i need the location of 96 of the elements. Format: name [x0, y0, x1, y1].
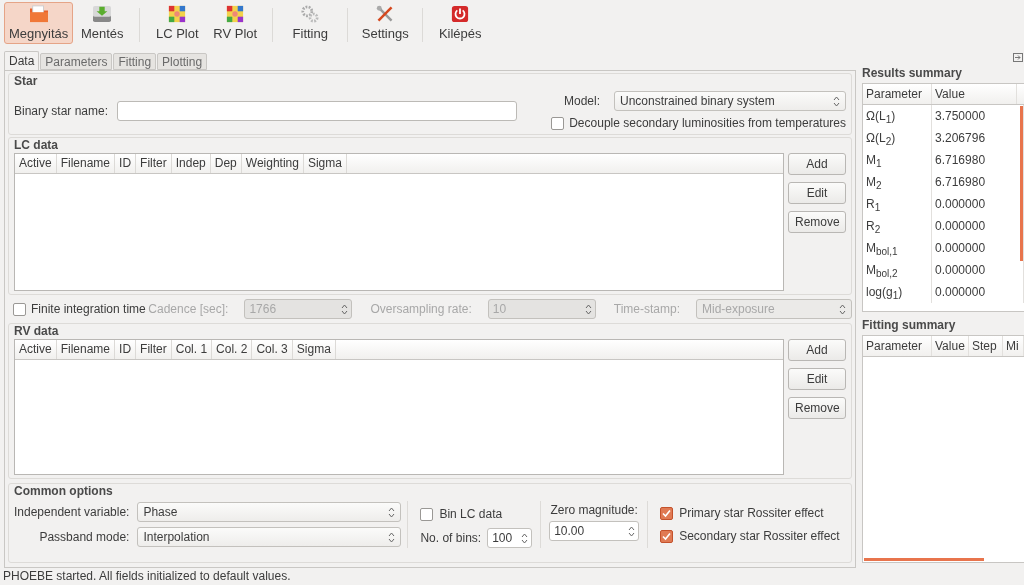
add-button[interactable]: Add [788, 153, 846, 175]
column-header[interactable]: Filename [56, 340, 116, 359]
column-header[interactable]: ID [115, 154, 137, 173]
scrollbar[interactable] [864, 558, 984, 561]
model-dropdown[interactable]: Unconstrained binary system [614, 91, 846, 111]
table-cell: M$_{2}$ [863, 171, 932, 193]
column-header[interactable]: Weighting [241, 154, 304, 173]
edit-button[interactable]: Edit [788, 182, 846, 204]
column-header[interactable]: Dep [210, 154, 242, 173]
remove-button[interactable]: Remove [788, 211, 846, 233]
remove-button[interactable]: Remove [788, 397, 846, 419]
toolbar-button[interactable]: Fitting [281, 2, 340, 44]
section-title: LC data [14, 138, 59, 153]
tab[interactable]: Data [4, 51, 40, 70]
table-cell: R$_{1}$ [863, 193, 932, 215]
table-cell: 0.000000 [932, 281, 1024, 303]
checkbox[interactable] [551, 116, 565, 130]
panel-title: Fitting summary [862, 318, 957, 333]
section-title: Common options [14, 484, 114, 499]
column-header[interactable]: Mi [1003, 336, 1024, 356]
spin-arrows-icon[interactable] [388, 506, 396, 518]
column-header[interactable]: Col. 2 [212, 340, 253, 359]
column-header[interactable]: ID [115, 340, 137, 359]
panel-toggle-icon[interactable] [1013, 53, 1023, 62]
folder-icon [27, 5, 50, 23]
field-label: Model: [563, 94, 600, 108]
section-title: Star [14, 74, 39, 89]
toolbar-button[interactable]: Megnyitás [4, 2, 74, 44]
checkbox[interactable] [660, 529, 674, 543]
column-header[interactable]: Value [932, 336, 969, 356]
table-cell: Ω(L$_{2}$) [863, 127, 932, 149]
power-icon [450, 5, 471, 23]
toolbar-button[interactable]: RV Plot [206, 2, 265, 44]
checkbox-label: Secondary star Rossiter effect [679, 529, 840, 543]
checkbox-label: Finite integration time [31, 302, 146, 316]
field-label: No. of bins: [420, 531, 482, 545]
dropdown[interactable]: Interpolation [137, 527, 402, 547]
drive-download-icon [91, 5, 114, 23]
table-cell: R$_{2}$ [863, 215, 932, 237]
dropdown[interactable]: Phase [137, 502, 402, 522]
field-label: Zero magnitude: [550, 503, 638, 517]
tab[interactable]: Plotting [157, 53, 208, 70]
table-cell: log(g$_{1}$) [863, 281, 932, 303]
toolbar-button[interactable]: LC Plot [148, 2, 207, 44]
table-cell: M$_{bol,2}$ [863, 259, 932, 281]
column-header[interactable]: Active [15, 340, 57, 359]
spin-field[interactable]: 10.00 [549, 521, 640, 541]
toolbar-button[interactable]: Mentés [73, 2, 132, 44]
plot-grid-icon [225, 5, 246, 23]
check-icon [662, 531, 672, 541]
table-cell: M$_{bol,1}$ [863, 237, 932, 259]
column-header[interactable]: Sigma [303, 154, 347, 173]
column-header[interactable]: Indep [171, 154, 211, 173]
table-cell: Ω(L$_{1}$) [863, 105, 932, 127]
checkbox[interactable] [13, 302, 26, 316]
field-label: Passband mode: [39, 530, 130, 544]
spin-arrows-icon[interactable] [521, 532, 529, 544]
panel-title: Results summary [862, 66, 964, 81]
column-header[interactable]: Sigma [292, 340, 336, 359]
field-label: Time-stamp: [613, 302, 680, 316]
checkbox[interactable] [660, 506, 674, 520]
column-header[interactable]: Filter [136, 154, 172, 173]
column-header[interactable]: Filter [136, 340, 172, 359]
plot-grid-icon [167, 5, 188, 23]
spin-arrows-icon[interactable] [833, 95, 840, 107]
spin-arrows-icon[interactable] [628, 525, 636, 537]
scrollbar[interactable] [1020, 106, 1023, 261]
input-field[interactable] [117, 100, 518, 121]
checkbox-label: Primary star Rossiter effect [679, 506, 824, 520]
checkbox-label: Decouple secondary luminosities from temperatures [569, 116, 846, 130]
table-cell: M$_{1}$ [863, 149, 932, 171]
field-label: Binary star name: [14, 103, 109, 118]
column-header[interactable]: Filename [56, 154, 116, 173]
status-text: PHOEBE started. All fields initialized to default values. [2, 568, 292, 585]
tab[interactable]: Parameters [40, 53, 113, 70]
field-label: Cadence [sec]: [148, 302, 229, 316]
checkbox-label: Bin LC data [439, 507, 503, 521]
toolbar-button[interactable]: Settings [356, 2, 415, 44]
add-button[interactable]: Add [788, 339, 846, 361]
check-icon [662, 508, 672, 518]
column-header[interactable]: Parameter [863, 84, 932, 104]
spin-field[interactable]: 100 [487, 528, 533, 548]
tab[interactable]: Fitting [113, 53, 157, 70]
field-label: Independent variable: [14, 505, 130, 519]
edit-button[interactable]: Edit [788, 368, 846, 390]
column-header[interactable]: Active [15, 154, 57, 173]
spin-arrows-icon[interactable] [388, 531, 396, 543]
column-header[interactable]: Col. 3 [252, 340, 293, 359]
column-header[interactable]: Step [969, 336, 1003, 356]
field-label: Oversampling rate: [370, 302, 472, 316]
column-header[interactable]: Col. 1 [171, 340, 213, 359]
column-header[interactable]: Value [932, 84, 1017, 104]
toolbar-button[interactable]: Kilépés [431, 2, 490, 44]
section-title: RV data [14, 324, 60, 339]
checkbox[interactable] [420, 507, 434, 521]
column-header[interactable]: Parameter [863, 336, 932, 356]
